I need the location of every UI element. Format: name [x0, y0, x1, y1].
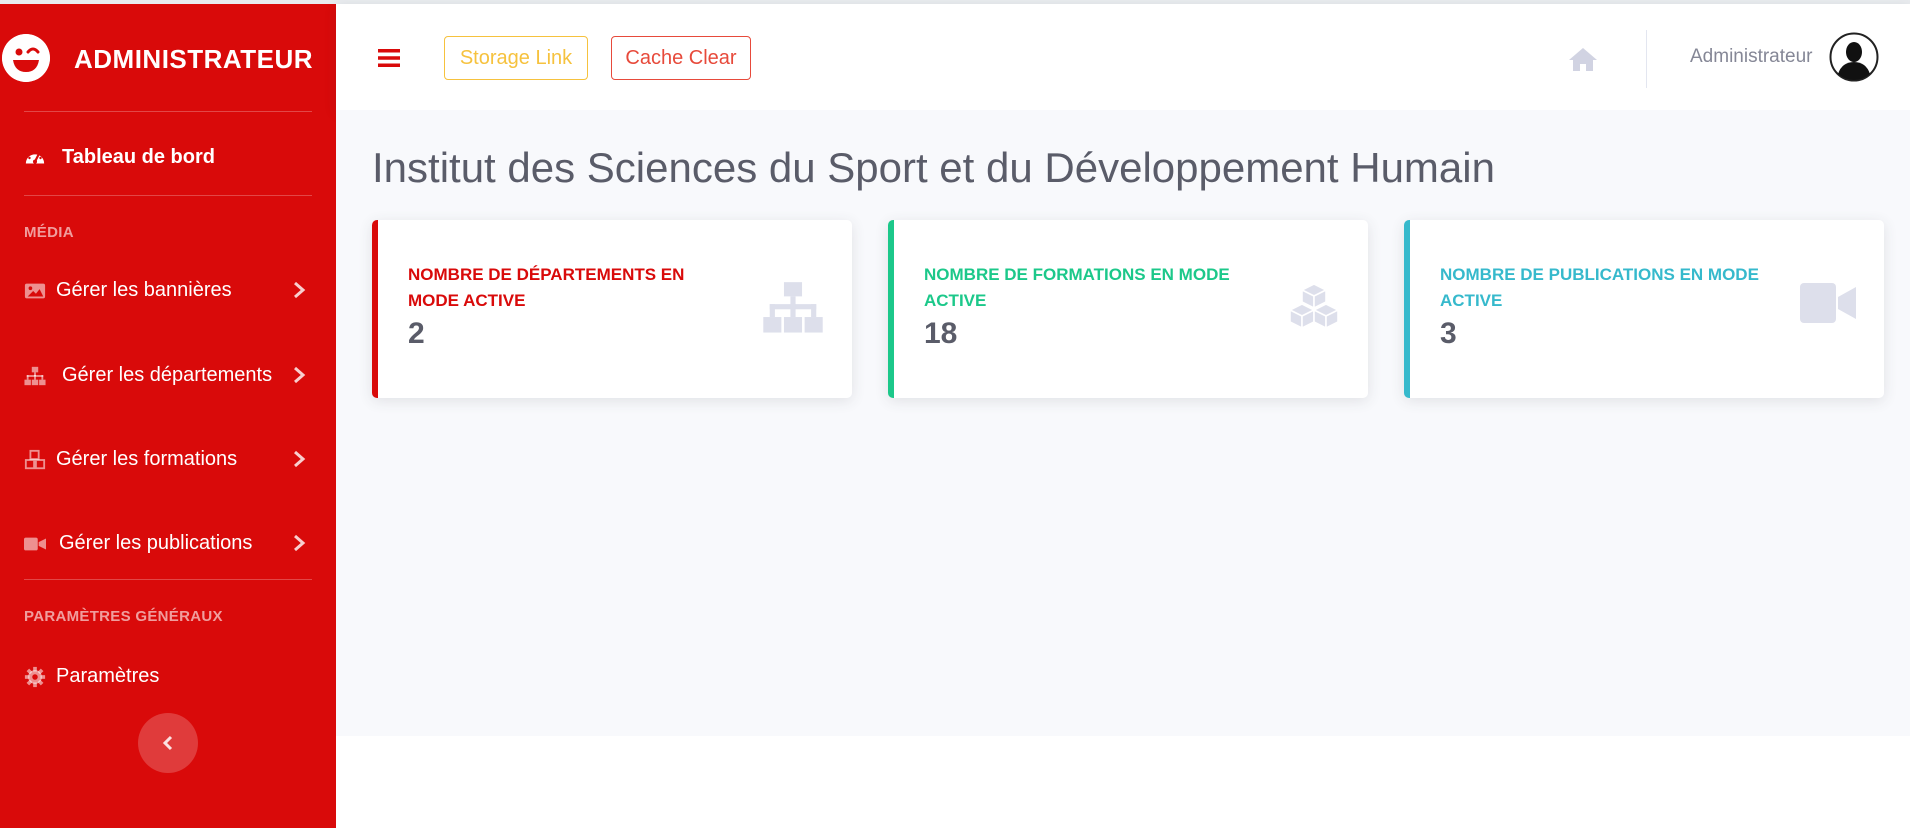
sidebar-item-publications[interactable]: Gérer les publications	[0, 523, 336, 563]
user-name[interactable]: Administrateur	[1690, 46, 1813, 68]
cubes-icon	[1288, 283, 1340, 330]
chevron-right-icon	[294, 281, 306, 299]
sidebar-item-parametres[interactable]: Paramètres	[0, 656, 336, 696]
stat-card-value: 3	[1440, 317, 1457, 350]
sidebar: ADMINISTRATEUR Tableau de bord MÉDIA Gér…	[0, 4, 336, 828]
sidebar-item-label: Gérer les publications	[59, 532, 253, 554]
menu-icon[interactable]	[378, 48, 400, 68]
gear-icon	[24, 666, 46, 688]
sidebar-item-formations[interactable]: Gérer les formations	[0, 439, 336, 479]
sitemap-icon	[24, 366, 46, 386]
chevron-left-icon	[162, 735, 173, 751]
sidebar-divider	[24, 195, 312, 196]
stat-card-title: NOMBRE DE PUBLICATIONS EN MODE ACTIVE	[1440, 265, 1759, 310]
home-icon[interactable]	[1568, 46, 1598, 72]
storage-link-button[interactable]: Storage Link	[444, 36, 588, 80]
stat-card-value: 18	[924, 317, 958, 350]
video-icon	[24, 537, 46, 551]
topbar: Storage Link Cache Clear Administrateur	[336, 4, 1910, 110]
sidebar-divider	[24, 579, 312, 580]
sidebar-item-departements[interactable]: Gérer les départements	[0, 355, 336, 395]
sidebar-item-label: Gérer les départements	[62, 364, 273, 386]
content-area	[336, 110, 1910, 736]
sitemap-icon	[763, 282, 823, 333]
chevron-right-icon	[294, 450, 306, 468]
tachometer-icon	[25, 150, 45, 164]
topbar-divider	[1646, 30, 1647, 88]
cache-clear-button[interactable]: Cache Clear	[611, 36, 751, 80]
stat-card-value: 2	[408, 317, 425, 350]
brand-title: ADMINISTRATEUR	[74, 44, 314, 74]
sidebar-item-dashboard[interactable]: Tableau de bord	[0, 137, 336, 177]
sidebar-heading-media: MÉDIA	[24, 224, 74, 241]
sidebar-heading-settings: PARAMÈTRES GÉNÉRAUX	[24, 608, 223, 625]
image-icon	[24, 283, 46, 299]
stat-card-title: NOMBRE DE DÉPARTEMENTS EN MODE ACTIVE	[408, 265, 685, 310]
sidebar-item-label: Paramètres	[56, 665, 160, 687]
stat-card-title: NOMBRE DE FORMATIONS EN MODE ACTIVE	[924, 265, 1230, 310]
sidebar-item-label: Gérer les formations	[56, 448, 238, 470]
sidebar-item-label: Tableau de bord	[62, 146, 215, 168]
cubes-icon	[24, 449, 46, 470]
video-icon	[1800, 283, 1856, 323]
stat-card-publications: NOMBRE DE PUBLICATIONS EN MODE ACTIVE 3	[1404, 220, 1884, 398]
laugh-wink-icon	[2, 34, 50, 82]
sidebar-item-label: Gérer les bannières	[56, 279, 232, 301]
sidebar-divider	[24, 111, 312, 112]
avatar[interactable]	[1829, 32, 1879, 82]
stat-card-departements: NOMBRE DE DÉPARTEMENTS EN MODE ACTIVE 2	[372, 220, 852, 398]
chevron-right-icon	[294, 534, 306, 552]
sidebar-item-bannieres[interactable]: Gérer les bannières	[0, 270, 336, 310]
page-title: Institut des Sciences du Sport et du Dév…	[372, 144, 1495, 191]
brand[interactable]: ADMINISTRATEUR	[0, 34, 336, 88]
stat-card-formations: NOMBRE DE FORMATIONS EN MODE ACTIVE 18	[888, 220, 1368, 398]
sidebar-toggle-button[interactable]	[138, 713, 198, 773]
chevron-right-icon	[294, 366, 306, 384]
